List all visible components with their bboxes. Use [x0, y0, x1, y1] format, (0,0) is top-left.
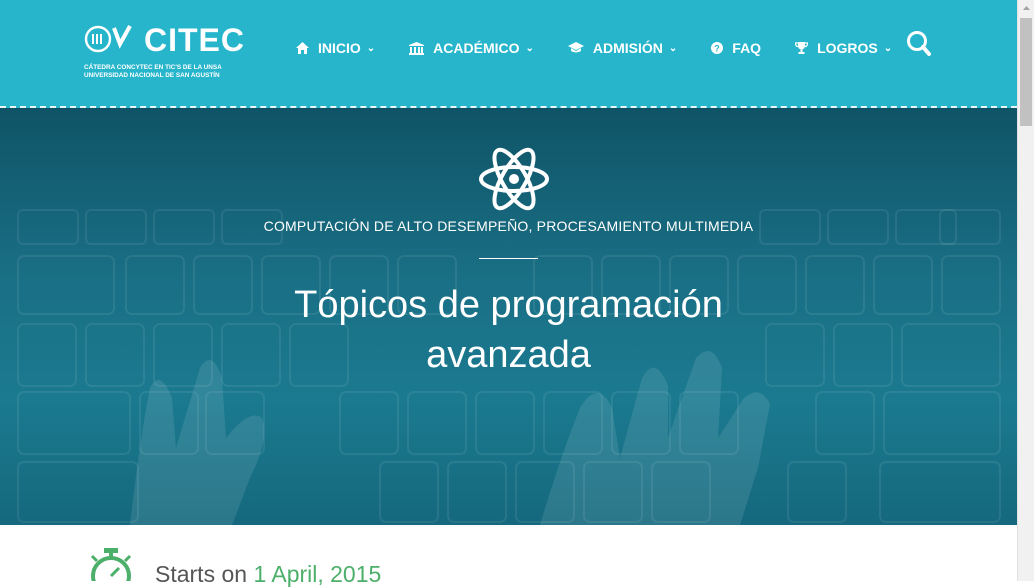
logo-subtitle: CÁTEDRA CONCYTEC EN TIC'S DE LA UNSA UNI…: [84, 64, 222, 80]
menu-item-faq-label: FAQ: [732, 40, 762, 56]
hero-divider: [479, 258, 538, 259]
vertical-scrollbar[interactable]: [1017, 0, 1034, 581]
course-start-date: Starts on 1 April, 2015: [155, 561, 381, 588]
menu-item-inicio[interactable]: INICIO ⌄: [296, 40, 375, 56]
menu-item-faq[interactable]: ? FAQ: [711, 40, 761, 56]
course-title-line1: Tópicos de programación: [294, 284, 723, 326]
start-date-value: 1 April, 2015: [253, 561, 382, 587]
menu-item-admision[interactable]: ADMISIÓN ⌄: [567, 40, 678, 56]
atom-icon: [479, 147, 549, 211]
course-title: Tópicos de programación avanzada: [0, 280, 1017, 380]
svg-text:?: ?: [715, 44, 721, 54]
hero-banner: COMPUTACIÓN DE ALTO DESEMPEÑO, PROCESAMI…: [0, 108, 1017, 525]
logo-wordmark: CITEC: [144, 22, 245, 58]
home-icon: [296, 42, 309, 54]
graduation-cap-icon: [567, 42, 584, 53]
top-navbar: CITEC CÁTEDRA CONCYTEC EN TIC'S DE LA UN…: [0, 0, 1017, 108]
logo-subtitle-line2: UNIVERSIDAD NACIONAL DE SAN AGUSTÍN: [84, 72, 220, 79]
citec-logo-icon: [84, 25, 132, 53]
scroll-up-arrow-icon[interactable]: [1018, 0, 1034, 17]
menu-item-logros[interactable]: LOGROS ⌄: [795, 40, 892, 56]
chevron-down-icon: ⌄: [668, 42, 678, 54]
chevron-down-icon: ⌄: [883, 42, 893, 54]
menu-item-academico[interactable]: ACADÉMICO ⌄: [409, 40, 534, 56]
menu-item-logros-label: LOGROS: [817, 40, 878, 56]
citec-logo[interactable]: CITEC CÁTEDRA CONCYTEC EN TIC'S DE LA UN…: [84, 22, 245, 84]
institution-icon: [409, 41, 425, 55]
chevron-down-icon: ⌄: [525, 42, 534, 54]
chevron-down-icon: ⌄: [366, 42, 376, 54]
main-menu: INICIO ⌄ ACADÉMICO ⌄ ADMISIÓN ⌄ ? FAQ LO…: [296, 38, 926, 58]
starts-on-label: Starts on: [155, 561, 248, 587]
menu-item-admision-label: ADMISIÓN: [592, 40, 663, 56]
search-icon: [907, 31, 931, 56]
logo-subtitle-line1: CÁTEDRA CONCYTEC EN TIC'S DE LA UNSA: [84, 64, 222, 71]
course-category: COMPUTACIÓN DE ALTO DESEMPEÑO, PROCESAMI…: [263, 218, 754, 234]
scrollbar-thumb[interactable]: [1020, 18, 1032, 126]
menu-item-academico-label: ACADÉMICO: [433, 40, 520, 56]
question-circle-icon: ?: [711, 42, 724, 54]
trophy-icon: [795, 42, 809, 54]
menu-item-inicio-label: INICIO: [318, 40, 361, 56]
search-button[interactable]: [906, 30, 932, 58]
stopwatch-icon: [90, 548, 132, 581]
course-title-line2: avanzada: [426, 334, 591, 376]
